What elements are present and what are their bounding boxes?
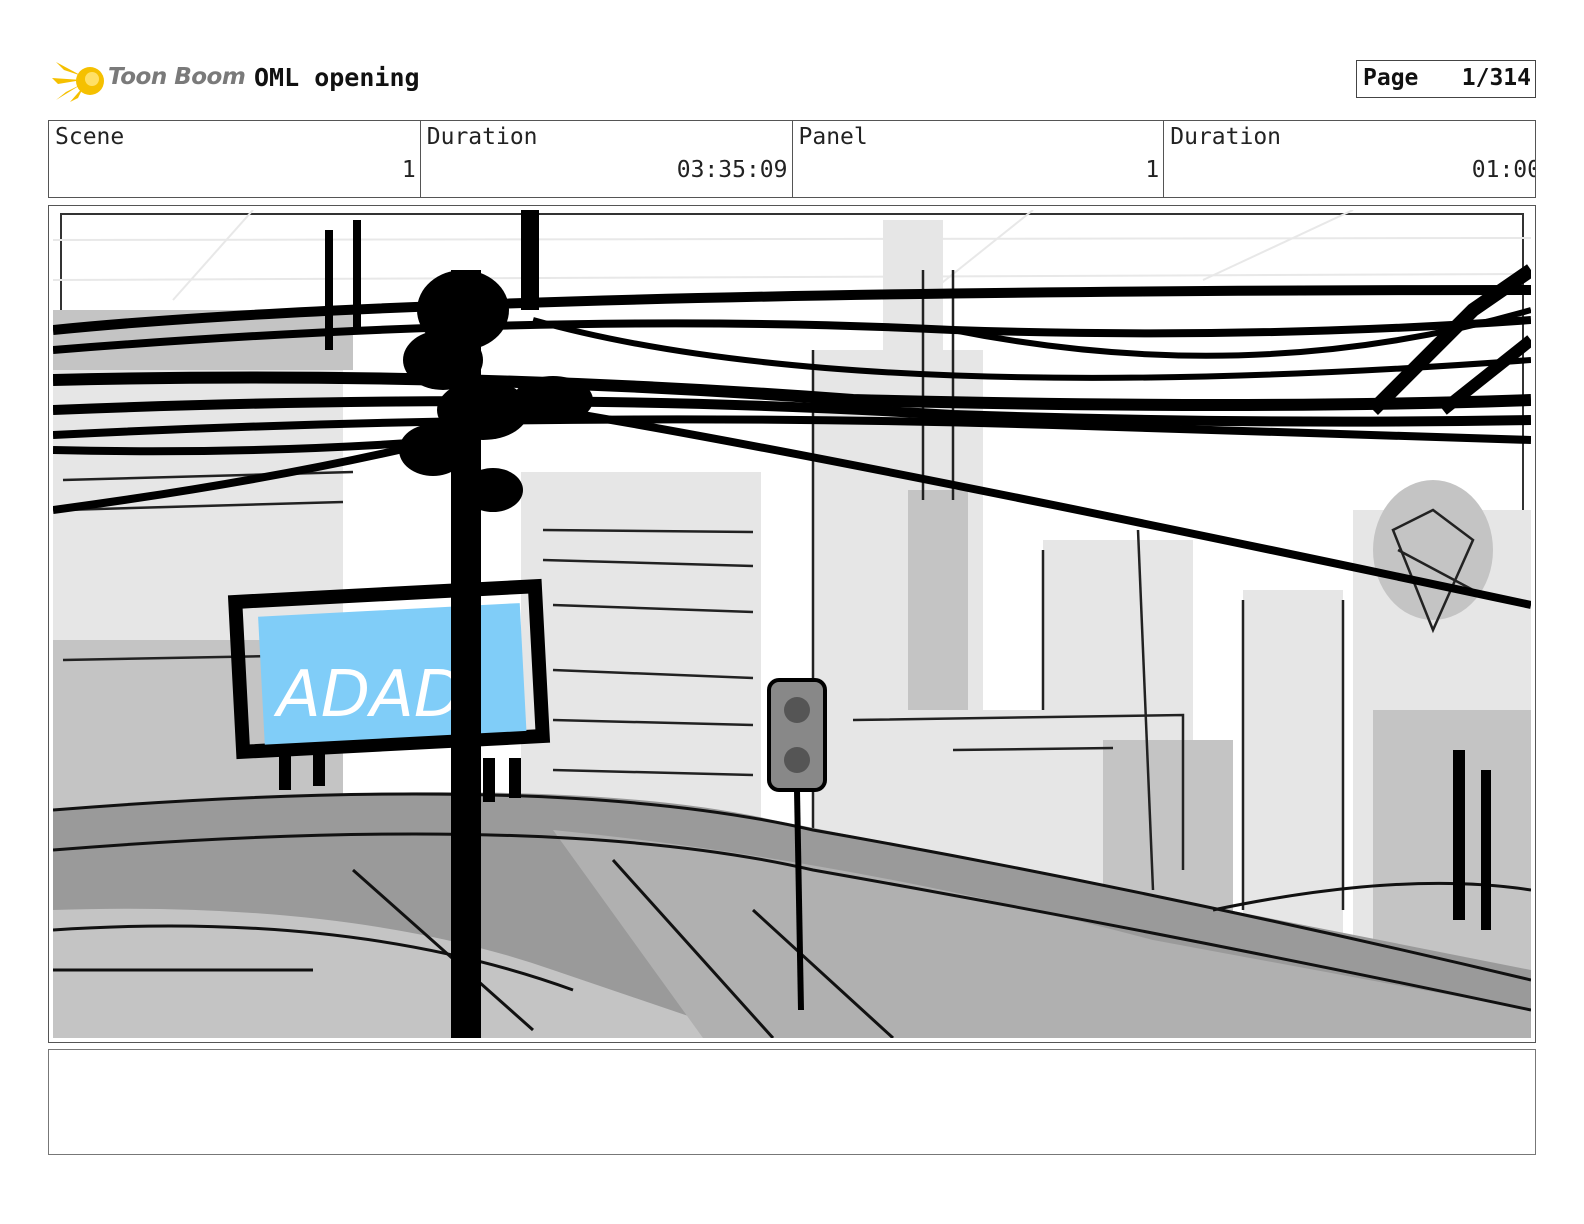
- scene-cell: Scene 1: [49, 121, 421, 197]
- scene-duration-label: Duration: [426, 124, 538, 150]
- billboard-text: ADAD: [273, 658, 463, 732]
- panel-label: Panel: [798, 124, 868, 150]
- toon-boom-logo: Toon Boom: [52, 56, 246, 106]
- panel-duration-value: 01:00: [1471, 157, 1535, 183]
- sparkle-logo-icon: [52, 62, 104, 102]
- page-label: Page: [1363, 65, 1419, 91]
- panel-duration-cell: Duration 01:00: [1164, 121, 1535, 197]
- storyboard-header: Toon Boom OML opening Page 1/314: [48, 56, 1536, 106]
- storyboard-panel[interactable]: ADAD: [48, 205, 1536, 1043]
- scene-duration-value: 03:35:09: [676, 157, 788, 183]
- logo-text: Toon Boom: [108, 64, 246, 90]
- scene-duration-cell: Duration 03:35:09: [421, 121, 793, 197]
- project-title: OML opening: [254, 63, 420, 92]
- panel-duration-label: Duration: [1170, 124, 1282, 150]
- scene-value: 1: [401, 157, 416, 183]
- panel-info-row: Scene 1 Duration 03:35:09 Panel 1 Durati…: [48, 120, 1536, 198]
- page-number: 1/314: [1461, 65, 1531, 91]
- scene-label: Scene: [55, 124, 125, 150]
- panel-sketch-image: ADAD: [53, 210, 1531, 1038]
- panel-value: 1: [1145, 157, 1160, 183]
- panel-notes-box[interactable]: [48, 1049, 1536, 1155]
- panel-cell: Panel 1: [793, 121, 1165, 197]
- page-indicator: Page 1/314: [1356, 60, 1536, 98]
